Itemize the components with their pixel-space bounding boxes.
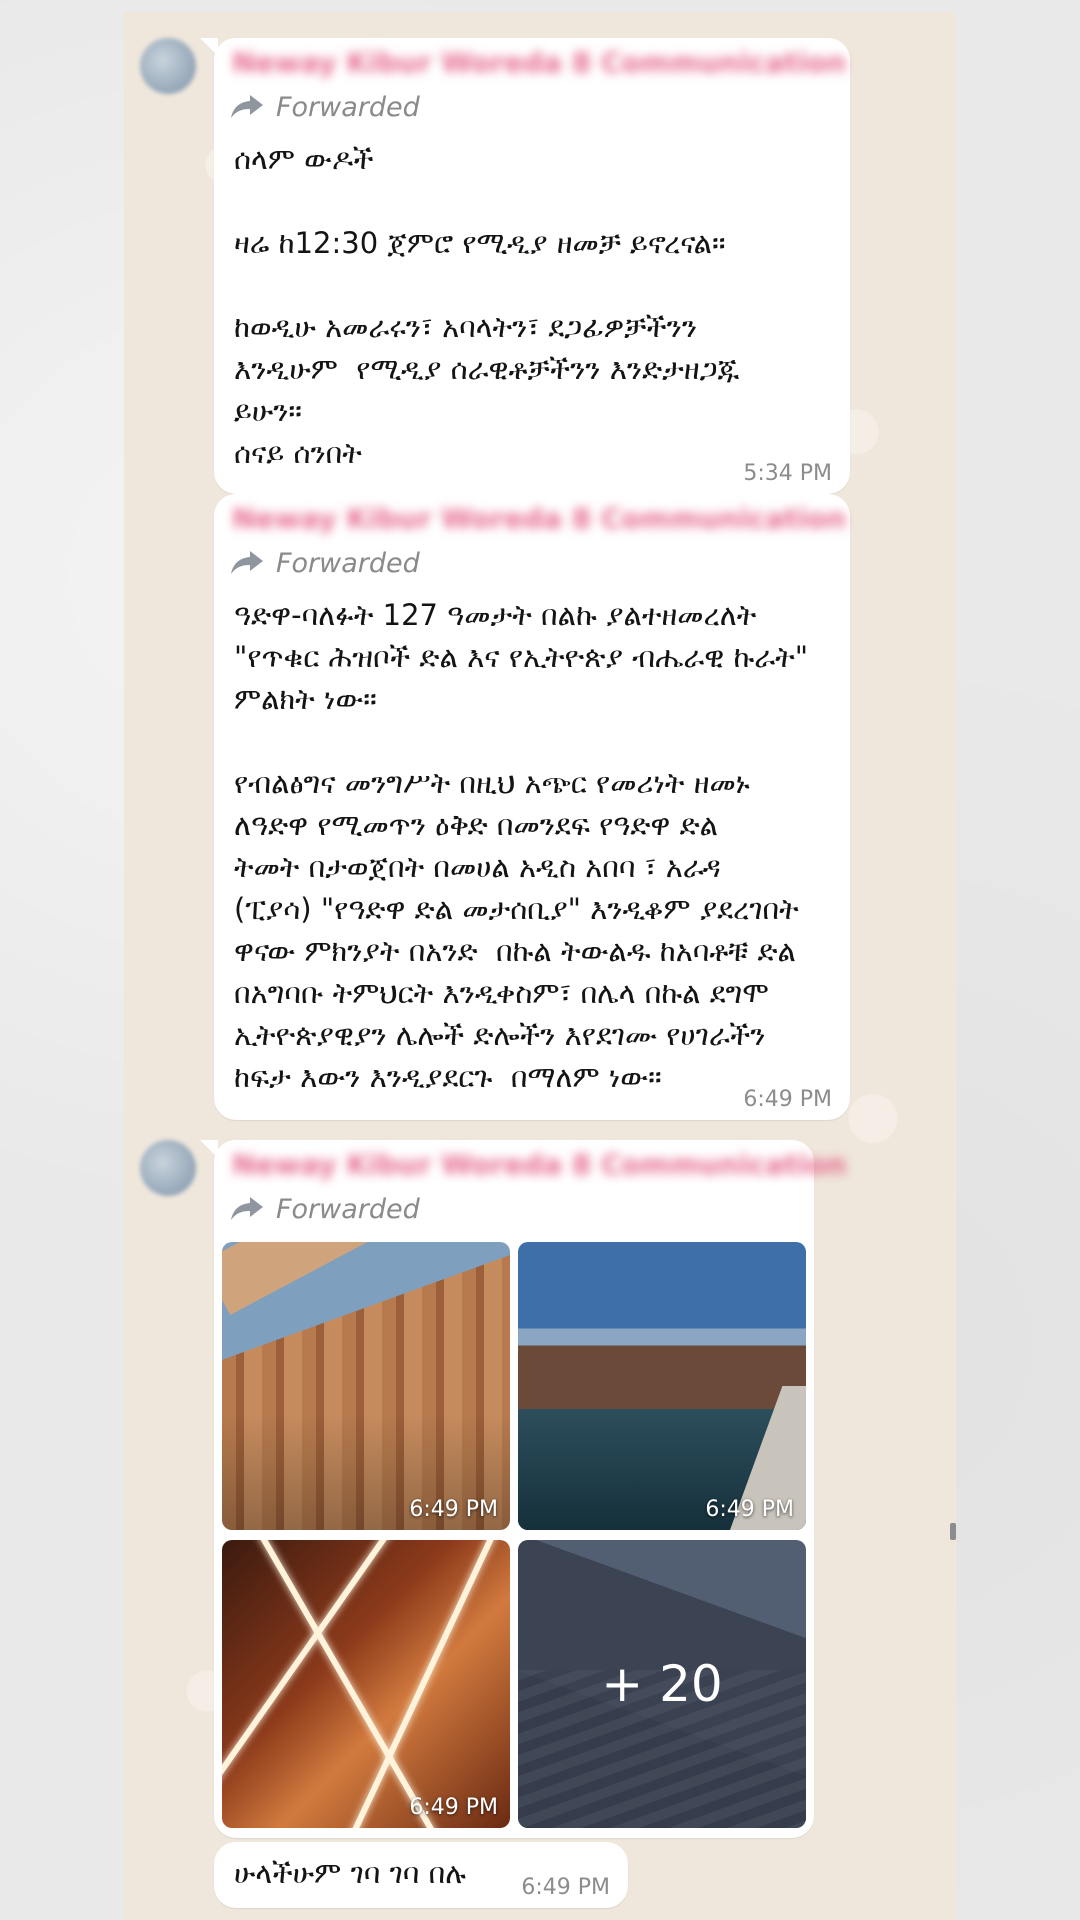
message-text: ሁላችሁም ገባ ገባ በሉ — [234, 1856, 466, 1890]
photo-building-facade[interactable]: 6:49 PM — [222, 1242, 510, 1530]
message-bubble[interactable]: ሁላችሁም ገባ ገባ በሉ 6:49 PM — [214, 1842, 628, 1908]
message-text: ሰላም ውዶች ዛሬ ከ12:30 ጀምሮ የሚዲያ ዘመቻ ይኖረናል። ከወ… — [234, 142, 740, 470]
photo-album-bubble[interactable]: Neway Kibur Woreda 8 Communication Forwa… — [200, 1140, 846, 1838]
sender-name[interactable]: Neway Kibur Woreda 8 Communication — [232, 502, 846, 536]
message-bubble[interactable]: Neway Kibur Woreda 8 Communication Forwa… — [214, 494, 850, 1120]
sender-name[interactable]: Neway Kibur Woreda 8 Communication — [232, 1148, 846, 1182]
more-photos-count[interactable]: + 20 — [518, 1540, 806, 1828]
photo-detail — [222, 1242, 510, 1315]
photo-interior-lights[interactable]: 6:49 PM — [222, 1540, 510, 1828]
avatar[interactable] — [140, 1140, 196, 1196]
chat-area[interactable]: Neway Kibur Woreda 8 Communication Forwa… — [124, 12, 956, 1920]
forwarded-label: Forwarded — [230, 90, 420, 124]
forward-arrow-icon — [231, 551, 263, 574]
photo-detail — [346, 1540, 504, 1828]
sender-name[interactable]: Neway Kibur Woreda 8 Communication — [232, 46, 846, 80]
photo-more-overlay[interactable]: + 20 — [518, 1540, 806, 1828]
message-time: 5:34 PM — [743, 461, 832, 486]
avatar[interactable] — [140, 38, 196, 94]
photo-detail — [222, 1540, 391, 1828]
forwarded-label: Forwarded — [230, 1192, 420, 1226]
photo-time: 6:49 PM — [409, 1497, 498, 1522]
scrollbar[interactable] — [950, 1523, 956, 1540]
forwarded-label: Forwarded — [230, 546, 420, 580]
forwarded-text: Forwarded — [276, 547, 420, 579]
photo-reflecting-pool[interactable]: 6:49 PM — [518, 1242, 806, 1530]
forwarded-text: Forwarded — [276, 91, 420, 123]
forward-arrow-icon — [231, 1197, 263, 1220]
forward-arrow-icon — [231, 95, 263, 118]
photo-time: 6:49 PM — [409, 1795, 498, 1820]
photo-time: 6:49 PM — [705, 1497, 794, 1522]
forwarded-text: Forwarded — [276, 1193, 420, 1225]
message-time: 6:49 PM — [521, 1875, 610, 1900]
message-text: ዓድዋ-ባለፉት 127 ዓመታት በልኩ ያልተዘመረለት "የጥቁር ሕዝቦ… — [234, 598, 809, 1094]
message-bubble[interactable]: Neway Kibur Woreda 8 Communication Forwa… — [200, 38, 850, 494]
message-time: 6:49 PM — [743, 1087, 832, 1112]
